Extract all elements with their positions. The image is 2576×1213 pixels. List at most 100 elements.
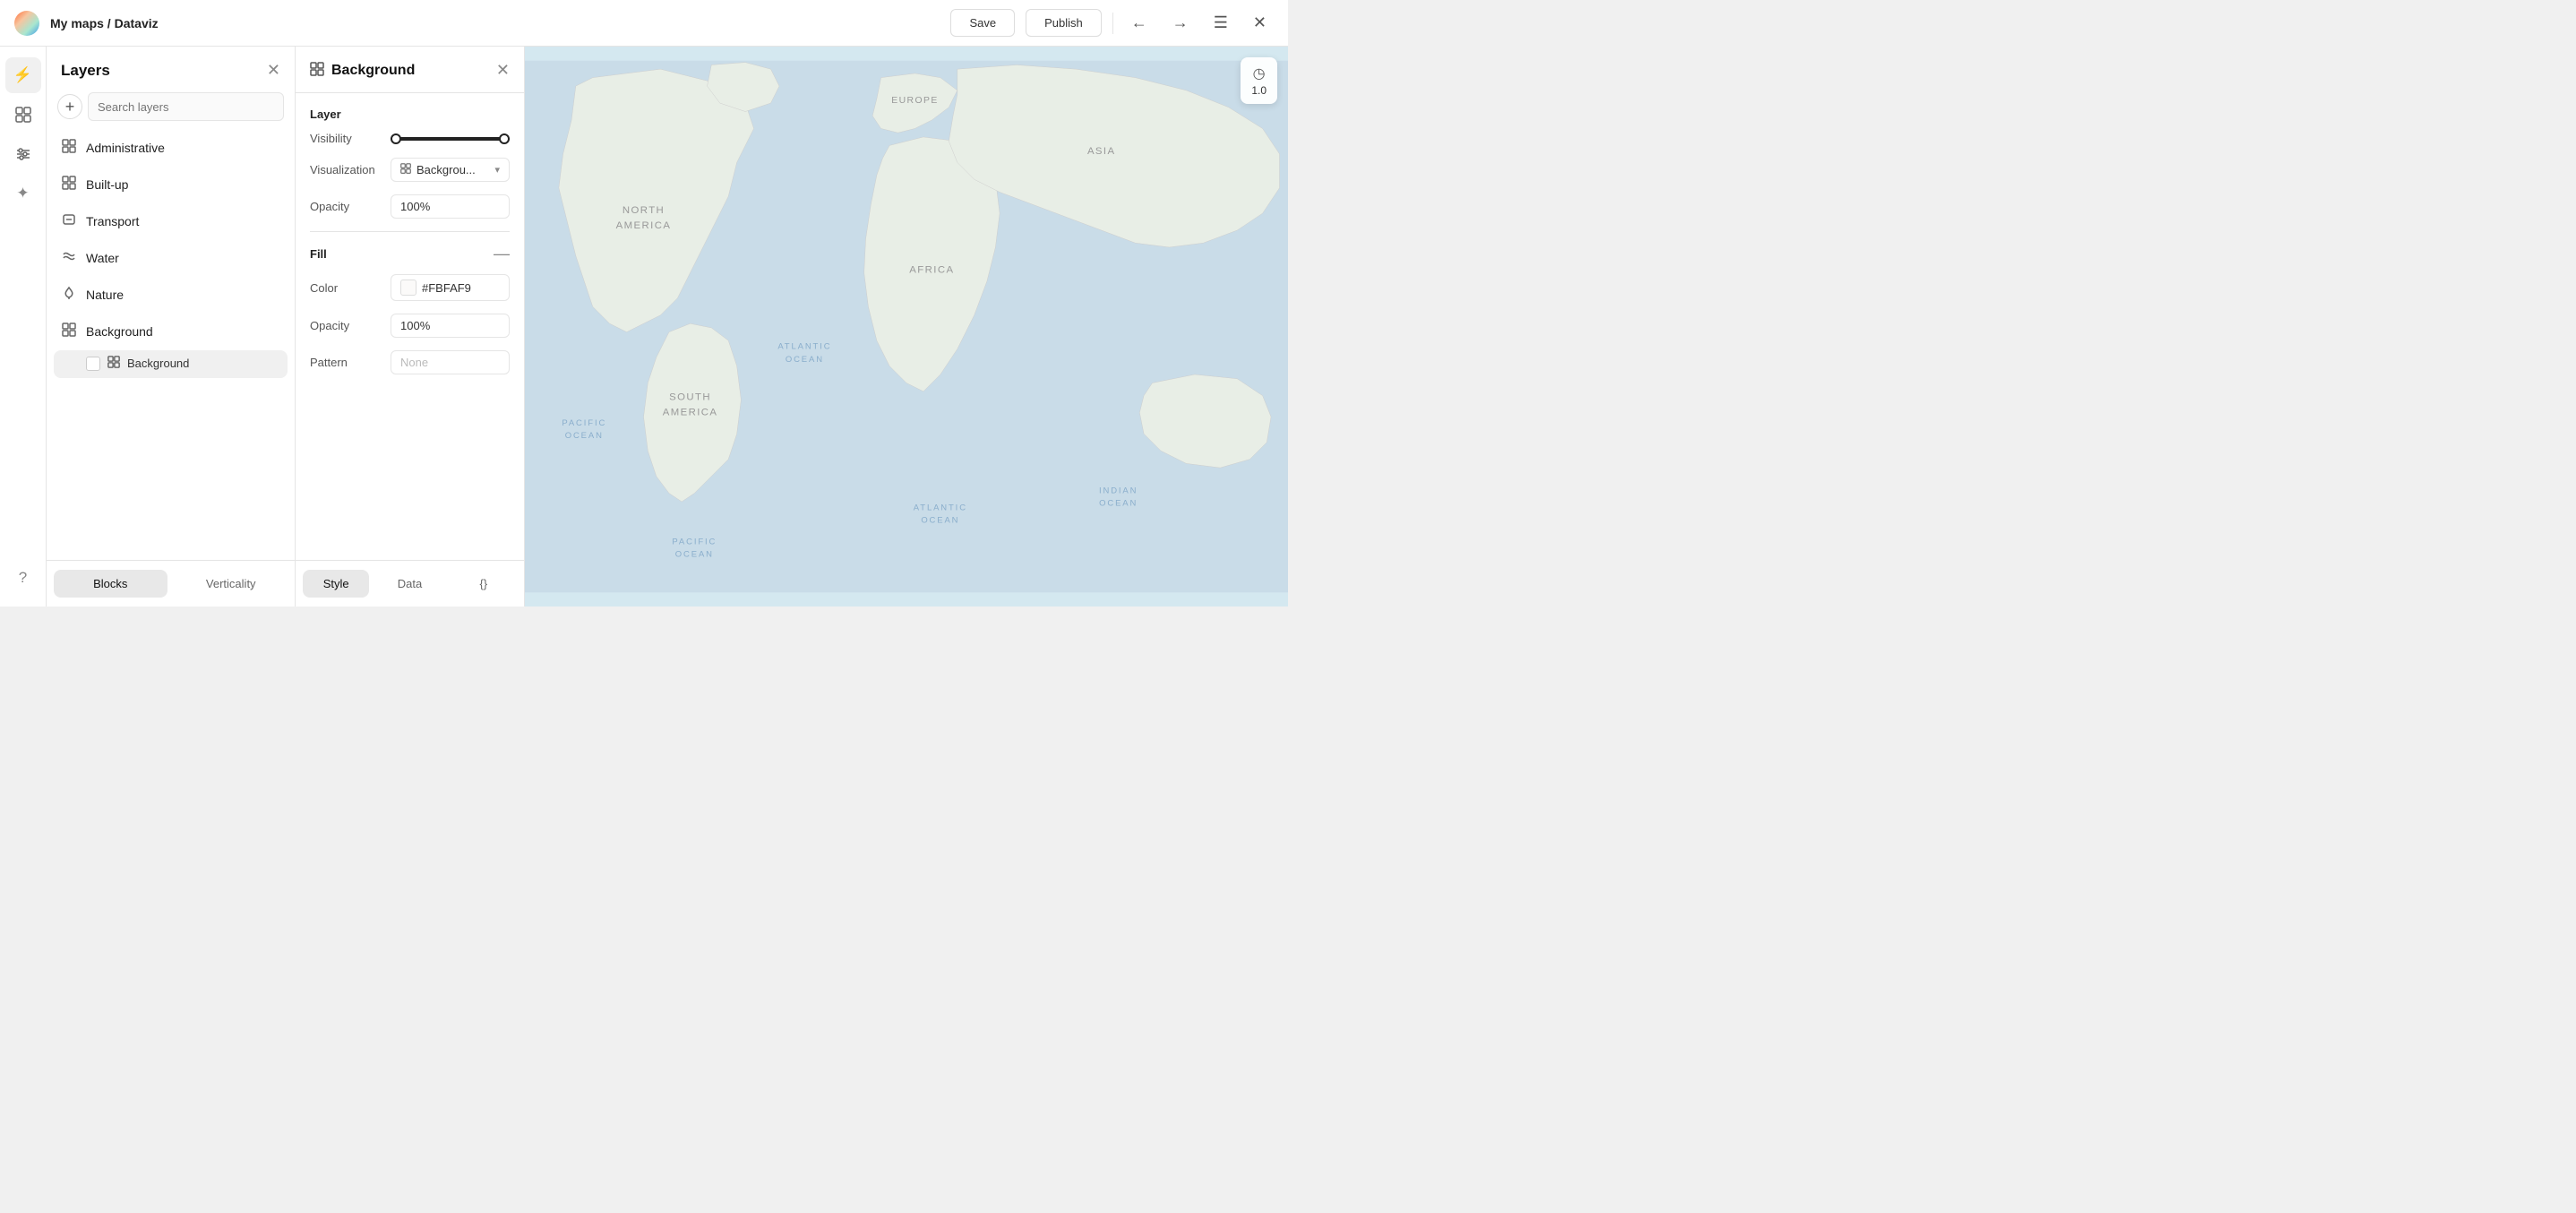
layer-item-nature[interactable]: Nature <box>54 277 288 312</box>
props-close-button[interactable]: ✕ <box>496 61 510 80</box>
fill-opacity-control: 100% <box>391 314 510 338</box>
nature-icon <box>61 286 77 303</box>
water-label: Water <box>86 251 119 265</box>
svg-text:OCEAN: OCEAN <box>921 516 959 526</box>
menu-button[interactable]: ☰ <box>1206 10 1235 36</box>
style-button[interactable]: Style <box>303 570 369 598</box>
viz-dropdown-text: Backgrou... <box>416 163 489 176</box>
forward-button[interactable]: → <box>1165 10 1196 36</box>
data-button[interactable]: Data <box>376 570 442 598</box>
pattern-row: Pattern None <box>310 350 510 374</box>
layers-search-row: + <box>47 87 295 130</box>
svg-text:PACIFIC: PACIFIC <box>562 418 606 428</box>
visualization-control: Backgrou... ▾ <box>391 158 510 182</box>
svg-text:EUROPE: EUROPE <box>891 96 938 106</box>
layer-item-water[interactable]: Water <box>54 240 288 275</box>
color-label: Color <box>310 281 391 295</box>
search-layers-input[interactable] <box>88 92 284 121</box>
pattern-label: Pattern <box>310 356 391 369</box>
fill-collapse-button[interactable]: — <box>494 245 510 263</box>
add-layer-button[interactable]: + <box>57 94 82 119</box>
visualization-dropdown[interactable]: Backgrou... ▾ <box>391 158 510 182</box>
fill-opacity-row: Opacity 100% <box>310 314 510 338</box>
svg-text:PACIFIC: PACIFIC <box>672 537 717 546</box>
layer-item-background[interactable]: Background <box>54 314 288 348</box>
layers-close-button[interactable]: ✕ <box>267 61 280 80</box>
time-icon: ◷ <box>1253 65 1266 82</box>
administrative-label: Administrative <box>86 141 165 155</box>
built-up-label: Built-up <box>86 177 128 192</box>
svg-text:ATLANTIC: ATLANTIC <box>914 503 967 512</box>
svg-text:ASIA: ASIA <box>1087 146 1116 157</box>
svg-text:AMERICA: AMERICA <box>616 220 672 231</box>
layers-header: Layers ✕ <box>47 47 295 87</box>
iconbar-sliders[interactable] <box>5 136 41 172</box>
fill-opacity-field[interactable]: 100% <box>391 314 510 338</box>
close-button[interactable]: ✕ <box>1246 10 1274 36</box>
visibility-slider[interactable] <box>391 137 510 141</box>
layer-sub-checkbox[interactable] <box>86 357 100 371</box>
layer-sub-label: Background <box>127 357 189 370</box>
slider-thumb-left[interactable] <box>391 133 401 144</box>
props-body: Layer Visibility Visualization <box>296 93 524 560</box>
save-button[interactable]: Save <box>950 9 1015 37</box>
layer-item-transport[interactable]: Transport <box>54 203 288 238</box>
layer-opacity-label: Opacity <box>310 200 391 213</box>
code-button[interactable]: {} <box>451 570 517 598</box>
iconbar-lightning[interactable]: ⚡ <box>5 57 41 93</box>
color-field[interactable]: #FBFAF9 <box>391 274 510 301</box>
background-icon <box>61 323 77 340</box>
color-row: Color #FBFAF9 <box>310 274 510 301</box>
props-footer: Style Data {} <box>296 560 524 606</box>
chevron-down-icon: ▾ <box>494 164 500 176</box>
verticality-button[interactable]: Verticality <box>175 570 288 598</box>
props-title: Background <box>331 63 489 79</box>
layer-opacity-control: 100% <box>391 194 510 219</box>
iconbar-layers[interactable] <box>5 97 41 133</box>
iconbar-bottom: ? <box>5 560 41 606</box>
administrative-icon <box>61 139 77 156</box>
visualization-row: Visualization Backgrou... ▾ <box>310 158 510 182</box>
layers-panel: Layers ✕ + Administrative Buil <box>47 47 296 606</box>
svg-text:AMERICA: AMERICA <box>663 407 718 417</box>
map-svg: PACIFIC OCEAN ATLANTIC OCEAN PACIFIC OCE… <box>525 47 1288 606</box>
transport-icon <box>61 212 77 229</box>
divider <box>1112 13 1113 34</box>
color-control: #FBFAF9 <box>391 274 510 301</box>
icon-bar: ⚡ ✦ ? <box>0 47 47 606</box>
pattern-field[interactable]: None <box>391 350 510 374</box>
iconbar-help[interactable]: ? <box>5 560 41 596</box>
layer-item-administrative[interactable]: Administrative <box>54 130 288 165</box>
back-button[interactable]: ← <box>1124 10 1155 36</box>
map-area[interactable]: PACIFIC OCEAN ATLANTIC OCEAN PACIFIC OCE… <box>525 47 1288 606</box>
section-divider <box>310 231 510 232</box>
publish-button[interactable]: Publish <box>1026 9 1102 37</box>
props-header-icon <box>310 62 324 79</box>
svg-text:OCEAN: OCEAN <box>675 550 714 560</box>
fill-header: Fill — <box>310 245 510 263</box>
layer-sub-background[interactable]: Background <box>54 350 288 378</box>
color-swatch[interactable] <box>400 280 416 296</box>
slider-track[interactable] <box>391 137 510 141</box>
water-icon <box>61 249 77 266</box>
layers-footer: Blocks Verticality <box>47 560 295 606</box>
layer-item-built-up[interactable]: Built-up <box>54 167 288 202</box>
layer-opacity-field[interactable]: 100% <box>391 194 510 219</box>
breadcrumb: My maps / Dataviz <box>50 16 159 30</box>
iconbar-sparkle[interactable]: ✦ <box>5 176 41 211</box>
viz-dropdown-icon <box>400 163 411 176</box>
svg-text:ATLANTIC: ATLANTIC <box>777 342 831 352</box>
map-corner-value: 1.0 <box>1251 84 1267 97</box>
visualization-label: Visualization <box>310 163 391 176</box>
topbar: My maps / Dataviz Save Publish ← → ☰ ✕ <box>0 0 1288 47</box>
nature-label: Nature <box>86 288 124 302</box>
svg-text:AFRICA: AFRICA <box>909 264 954 275</box>
app-logo <box>14 11 39 36</box>
blocks-button[interactable]: Blocks <box>54 570 167 598</box>
svg-text:NORTH: NORTH <box>623 205 665 216</box>
layers-title: Layers <box>61 62 110 80</box>
visibility-control <box>391 137 510 141</box>
map-corner: ◷ 1.0 <box>1241 57 1277 104</box>
slider-thumb-right[interactable] <box>499 133 510 144</box>
svg-text:OCEAN: OCEAN <box>786 355 824 365</box>
